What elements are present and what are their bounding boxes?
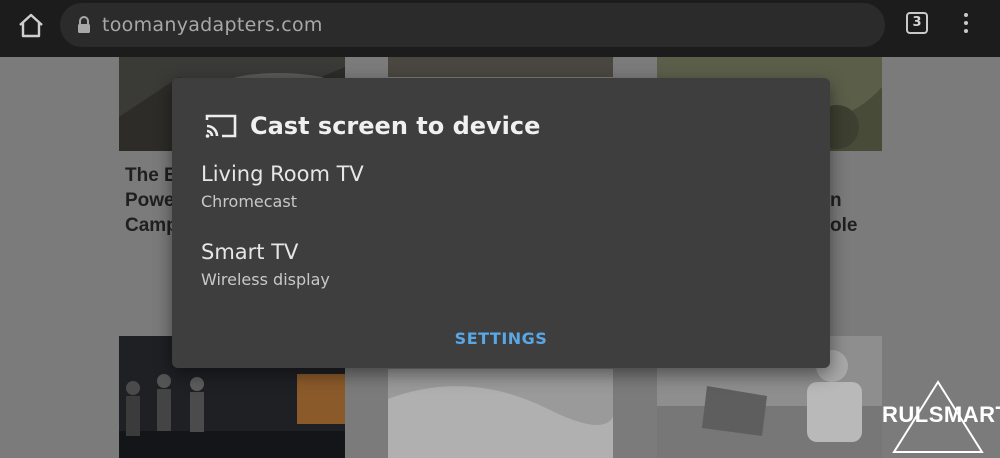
article-title-fragment[interactable]: n [830, 188, 842, 213]
watermark-text: RULSMART [882, 402, 1000, 427]
article-title-fragment[interactable]: Camp [125, 213, 178, 238]
url-text: toomanyadapters.com [102, 14, 323, 36]
settings-button[interactable]: SETTINGS [442, 324, 560, 354]
device-name: Smart TV [201, 240, 299, 264]
browser-toolbar: toomanyadapters.com 3 [0, 0, 1000, 57]
device-type: Wireless display [201, 270, 330, 289]
device-item-smart-tv[interactable]: Smart TV Wireless display [201, 240, 761, 289]
device-name: Living Room TV [201, 162, 364, 186]
article-title-fragment[interactable]: Powe [125, 188, 175, 213]
address-bar[interactable]: toomanyadapters.com [60, 3, 885, 47]
article-title-fragment[interactable]: The B [125, 163, 178, 188]
more-vert-icon[interactable] [958, 12, 974, 36]
dialog-title: Cast screen to device [250, 112, 541, 140]
home-icon[interactable] [16, 11, 46, 41]
tab-switcher-button[interactable]: 3 [906, 12, 928, 34]
device-item-living-room-tv[interactable]: Living Room TV Chromecast [201, 162, 761, 211]
article-thumbnail[interactable] [388, 369, 613, 458]
device-type: Chromecast [201, 192, 297, 211]
cast-dialog: Cast screen to device Living Room TV Chr… [172, 78, 830, 368]
article-thumbnail[interactable] [388, 57, 613, 77]
watermark-logo: RULSMART [882, 380, 1000, 454]
article-title-fragment[interactable]: ole [830, 213, 857, 238]
lock-icon [76, 16, 92, 34]
cast-icon [203, 112, 239, 140]
